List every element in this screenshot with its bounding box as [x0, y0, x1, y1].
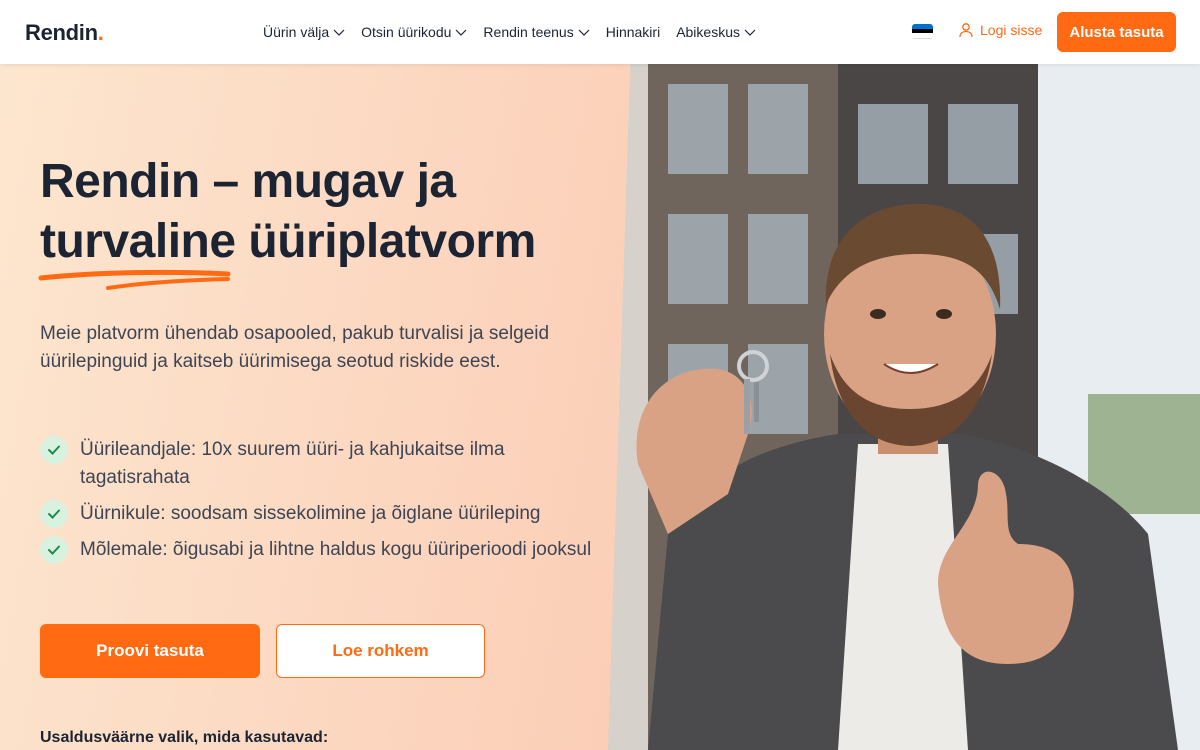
hero-photo	[608, 64, 1200, 750]
nav-item-otsin-uurikodu[interactable]: Otsin üürikodu	[361, 24, 467, 40]
rendin-logo[interactable]: Rendin.	[25, 20, 104, 46]
highlight-underline	[38, 269, 231, 290]
chevron-down-icon	[744, 29, 756, 36]
hero-description: Meie platvorm ühendab osapooled, pakub t…	[40, 323, 550, 372]
start-free-button[interactable]: Alusta tasuta	[1057, 12, 1176, 52]
nav-item-label: Üürin välja	[263, 24, 330, 40]
user-icon	[959, 23, 973, 38]
nav-item-uurin-valja[interactable]: Üürin välja	[263, 24, 345, 40]
check-icon	[40, 436, 68, 464]
benefit-text: Mõlemale: õigusabi ja lihtne haldus kogu…	[80, 539, 592, 560]
hero-title-line1: Rendin – mugav ja	[40, 155, 456, 208]
main-nav: Üürin välja Otsin üürikodu Rendin teenus…	[263, 0, 756, 64]
hero-title: Rendin – mugav ja turvaline üüriplatvorm	[40, 152, 536, 272]
chevron-down-icon	[455, 29, 467, 36]
login-link[interactable]: Logi sisse	[958, 22, 1042, 38]
try-free-button[interactable]: Proovi tasuta	[40, 624, 260, 678]
trusted-by-label: Usaldusväärne valik, mida kasutavad:	[40, 729, 329, 746]
nav-item-label: Rendin teenus	[483, 24, 574, 40]
nav-item-label: Otsin üürikodu	[361, 24, 452, 40]
chevron-down-icon	[578, 29, 590, 36]
nav-item-label: Hinnakiri	[605, 24, 661, 40]
benefit-list: Üürileandjale: 10x suurem üüri- ja kahju…	[40, 436, 600, 572]
list-item: Üürileandjale: 10x suurem üüri- ja kahju…	[40, 436, 600, 492]
hero-title-rest: üüriplatvorm	[235, 215, 536, 268]
login-label: Logi sisse	[980, 22, 1043, 38]
logo-dot: .	[97, 20, 104, 45]
nav-item-hinnakiri[interactable]: Hinnakiri	[606, 24, 660, 40]
hero-title-highlight: turvaline	[40, 215, 236, 268]
estonian-flag-icon[interactable]	[912, 24, 933, 39]
man-holding-keys-thumbs-up-photo	[608, 64, 1200, 750]
nav-item-abikeskus[interactable]: Abikeskus	[676, 24, 756, 40]
check-icon	[40, 536, 68, 564]
nav-item-label: Abikeskus	[676, 24, 740, 40]
logo-text: Rendin	[25, 20, 98, 45]
read-more-button[interactable]: Loe rohkem	[276, 624, 485, 678]
list-item: Üürnikule: soodsam sissekolimine ja õigl…	[40, 500, 600, 528]
chevron-down-icon	[333, 29, 345, 36]
check-icon	[40, 500, 68, 528]
benefit-text: Üürnikule: soodsam sissekolimine ja õigl…	[80, 503, 541, 524]
site-header: Rendin. Üürin välja Otsin üürikodu Rendi…	[0, 0, 1200, 64]
list-item: Mõlemale: õigusabi ja lihtne haldus kogu…	[40, 536, 600, 564]
benefit-text: Üürileandjale: 10x suurem üüri- ja kahju…	[80, 439, 505, 488]
nav-item-rendin-teenus[interactable]: Rendin teenus	[483, 24, 590, 40]
